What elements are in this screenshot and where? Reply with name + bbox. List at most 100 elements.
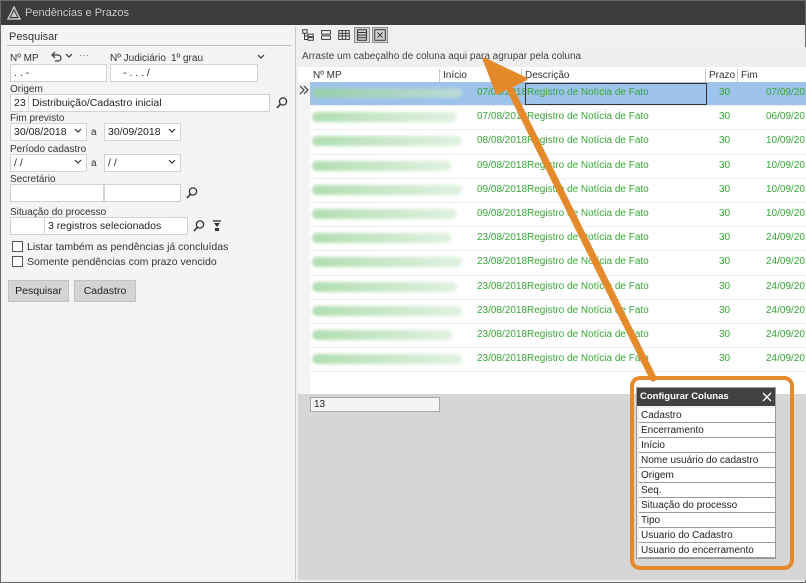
table-row[interactable]: 23/08/2018 Registro de Notícia de Fato 30 2… <box>310 276 806 300</box>
periodo-to-date[interactable]: / / <box>104 154 181 172</box>
cell-descricao: Registro de Notícia de Fato <box>527 232 649 244</box>
column-option[interactable]: Usuario do Cadastro <box>639 528 775 543</box>
overdue-checkbox-label: Somente pendências com prazo vencido <box>27 256 217 268</box>
origem-input[interactable]: Distribuição/Cadastro inicial <box>28 94 270 112</box>
cell-descricao: Registro de Notícia de Fato <box>527 135 649 147</box>
column-option[interactable]: Início <box>639 438 775 453</box>
table-row[interactable]: 07/08/2018 Registro de Notícia de Fato 30 0… <box>310 82 806 107</box>
table-row[interactable]: 08/08/2018 Registro de Notícia de Fato 30 1… <box>310 130 806 155</box>
fim-to-date[interactable]: 30/09/2018 <box>104 123 181 141</box>
overdue-checkbox[interactable] <box>12 256 23 267</box>
redacted-nmp <box>312 112 457 123</box>
cell-inicio: 08/08/2018 <box>477 135 528 147</box>
secretario-name-input[interactable] <box>104 184 181 202</box>
row-indicator-gutter <box>298 82 310 394</box>
col-header-nmp[interactable]: Nº MP <box>310 69 440 82</box>
table-row[interactable]: 09/08/2018 Registro de Notícia de Fato 30 1… <box>310 179 806 203</box>
redacted-nmp <box>312 208 457 219</box>
table-row[interactable]: 09/08/2018 Registro de Notícia de Fato 30 1… <box>310 155 806 179</box>
cell-descricao: Registro de Notícia de Fato <box>527 353 649 365</box>
origem-search-icon[interactable] <box>275 96 289 110</box>
cell-prazo: 30 <box>719 135 731 147</box>
cell-prazo: 30 <box>719 280 731 292</box>
redacted-nmp <box>312 136 462 147</box>
cell-descricao: Registro de Notícia de Fato <box>527 280 649 292</box>
chevron-down-icon[interactable] <box>64 51 74 61</box>
cell-prazo: 30 <box>719 159 731 171</box>
cell-prazo: 30 <box>719 87 731 98</box>
cadastro-button[interactable]: Cadastro <box>74 280 136 302</box>
cell-fim: 10/09/201 <box>766 183 806 195</box>
column-option[interactable]: Tipo <box>639 513 775 528</box>
origem-code-input[interactable]: 23 <box>10 94 28 112</box>
grau-chevron-icon[interactable] <box>256 52 266 62</box>
cell-fim: 24/09/201 <box>766 328 806 340</box>
situacao-code-input[interactable] <box>10 217 44 235</box>
pesquisar-button[interactable]: Pesquisar <box>8 280 69 302</box>
col-header-descricao[interactable]: Descrição <box>522 69 706 82</box>
chevron-down-icon <box>168 128 176 133</box>
redacted-nmp <box>312 257 462 268</box>
cell-prazo: 30 <box>719 353 731 365</box>
column-chooser-list: Cadastro Encerramento Início Nome usuário d… <box>639 408 775 558</box>
situacao-input[interactable]: 3 registros selecionados <box>44 217 188 235</box>
cell-prazo: 30 <box>719 328 731 340</box>
cell-descricao: Registro de Notícia de Fato <box>527 328 649 340</box>
cell-fim: 24/09/201 <box>766 280 806 292</box>
export-icon[interactable] <box>372 27 388 43</box>
grid-view-icon[interactable] <box>354 27 370 43</box>
cell-fim: 07/09/201 <box>766 87 806 98</box>
col-header-prazo[interactable]: Prazo <box>706 69 738 82</box>
table-row[interactable]: 23/08/2018 Registro de Notícia de Fato 30 2… <box>310 324 806 349</box>
fim-from-date[interactable]: 30/08/2018 <box>10 123 87 141</box>
close-icon[interactable] <box>761 391 773 403</box>
cell-inicio: 23/08/2018 <box>477 280 528 292</box>
column-option[interactable]: Cadastro <box>639 408 775 423</box>
periodo-from-date[interactable]: / / <box>10 154 87 172</box>
concluded-checkbox-label: Listar também as pendências já concluída… <box>27 241 229 253</box>
nmp-input[interactable]: . . - <box>10 64 107 82</box>
nj-input[interactable]: - . . . / <box>110 64 258 82</box>
column-option[interactable]: Usuario do encerramento <box>639 543 775 558</box>
table-row[interactable]: 09/08/2018 Registro de Notícia de Fato 30 1… <box>310 203 806 228</box>
column-option[interactable]: Situação do processo <box>639 498 775 513</box>
concluded-checkbox[interactable] <box>12 241 23 252</box>
col-header-inicio[interactable]: Início <box>440 69 522 82</box>
col-header-fim[interactable]: Fim <box>738 69 806 82</box>
cell-descricao: Registro de Notícia de Fato <box>527 183 649 195</box>
table-view-icon[interactable] <box>336 27 352 43</box>
more-icon[interactable]: ··· <box>79 50 89 61</box>
periodo-to-value: / / <box>108 157 117 169</box>
table-row[interactable]: 23/08/2018 Registro de Notícia de Fato 30 2… <box>310 251 806 276</box>
app-logo-icon <box>7 6 21 20</box>
table-row[interactable]: 23/08/2018 Registro de Notícia de Fato 30 2… <box>310 348 806 373</box>
cell-fim: 10/09/201 <box>766 159 806 171</box>
card-view-icon[interactable] <box>318 27 334 43</box>
nmp-label: Nº MP <box>10 53 39 64</box>
clear-filter-icon[interactable] <box>210 219 224 233</box>
secretario-code-input[interactable] <box>10 184 104 202</box>
cell-descricao: Registro de Notícia de Fato <box>527 111 649 123</box>
table-row[interactable]: 07/08/2018 Registro de Notícia de Fato 30 0… <box>310 106 806 131</box>
column-option[interactable]: Seq. <box>639 483 775 498</box>
secretario-search-icon[interactable] <box>185 186 199 200</box>
tree-view-icon[interactable] <box>300 27 316 43</box>
table-row[interactable]: 23/08/2018 Registro de Notícia de Fato 30 2… <box>310 227 806 252</box>
divider <box>7 45 291 46</box>
search-panel: Pesquisar Nº MP ··· Nº Judiciário 1º gra… <box>3 27 296 580</box>
table-row[interactable]: 23/08/2018 Registro de Notícia de Fato 30 2… <box>310 300 806 324</box>
column-option[interactable]: Origem <box>639 468 775 483</box>
column-option[interactable]: Nome usuário do cadastro <box>639 453 775 468</box>
column-option[interactable]: Encerramento <box>639 423 775 438</box>
redacted-nmp <box>312 160 452 171</box>
situacao-search-icon[interactable] <box>192 219 206 233</box>
expand-chevrons-icon[interactable] <box>299 85 309 95</box>
chevron-down-icon <box>74 128 82 133</box>
redacted-nmp <box>312 329 452 340</box>
redacted-nmp <box>312 354 462 365</box>
cell-fim: 24/09/201 <box>766 256 806 268</box>
undo-icon[interactable] <box>50 50 62 62</box>
group-by-bar[interactable]: Arraste um cabeçalho de coluna aqui para… <box>298 47 806 67</box>
cell-prazo: 30 <box>719 232 731 244</box>
cell-descricao: Registro de Notícia de Fato <box>527 256 649 268</box>
